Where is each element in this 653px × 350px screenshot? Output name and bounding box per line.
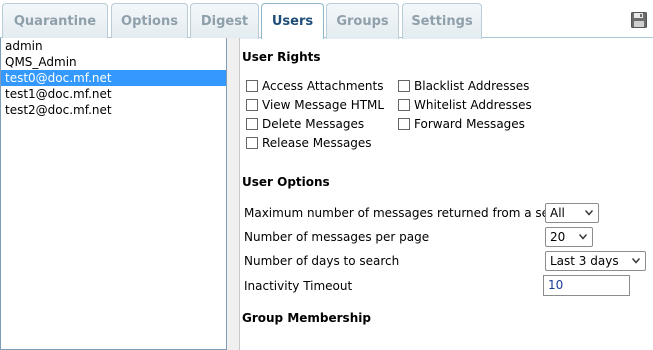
user-settings-panel: User Rights Access Attachments View Mess… bbox=[241, 38, 653, 350]
tab-bar: Quarantine Options Digest Users Groups S… bbox=[0, 0, 653, 39]
per-page-select[interactable]: 20 bbox=[545, 227, 593, 247]
tab-options[interactable]: Options bbox=[111, 3, 188, 39]
group-membership-title: Group Membership bbox=[242, 311, 371, 325]
checkbox-box[interactable] bbox=[246, 118, 258, 130]
checkbox-box[interactable] bbox=[398, 80, 410, 92]
chevron-down-icon bbox=[579, 234, 587, 240]
tab-groups[interactable]: Groups bbox=[326, 3, 399, 39]
user-list-item[interactable]: QMS_Admin bbox=[1, 54, 226, 70]
user-list-item[interactable]: admin bbox=[1, 38, 226, 54]
user-list-item[interactable]: test2@doc.mf.net bbox=[1, 102, 226, 118]
chevron-down-icon bbox=[585, 210, 593, 216]
max-messages-label: Maximum number of messages returned from… bbox=[244, 206, 576, 220]
checkbox-box[interactable] bbox=[246, 137, 258, 149]
inactivity-timeout-label: Inactivity Timeout bbox=[244, 279, 353, 293]
max-messages-select[interactable]: All bbox=[545, 203, 599, 223]
tab-digest[interactable]: Digest bbox=[190, 3, 259, 39]
tab-users[interactable]: Users bbox=[261, 3, 324, 39]
view-message-html-checkbox[interactable]: View Message HTML bbox=[246, 98, 384, 112]
days-to-search-label: Number of days to search bbox=[244, 254, 400, 268]
release-messages-checkbox[interactable]: Release Messages bbox=[246, 136, 372, 150]
inactivity-timeout-input[interactable]: 10 bbox=[543, 275, 630, 296]
per-page-label: Number of messages per page bbox=[244, 230, 430, 244]
whitelist-addresses-checkbox[interactable]: Whitelist Addresses bbox=[398, 98, 532, 112]
tab-settings[interactable]: Settings bbox=[402, 3, 482, 39]
checkbox-box[interactable] bbox=[398, 118, 410, 130]
user-list[interactable]: admin QMS_Admin test0@doc.mf.net test1@d… bbox=[0, 38, 227, 350]
tab-quarantine[interactable]: Quarantine bbox=[2, 3, 108, 39]
forward-messages-checkbox[interactable]: Forward Messages bbox=[398, 117, 525, 131]
days-to-search-select[interactable]: Last 3 days bbox=[545, 251, 646, 271]
delete-messages-checkbox[interactable]: Delete Messages bbox=[246, 117, 364, 131]
floppy-disk-icon[interactable] bbox=[631, 12, 647, 28]
checkbox-box[interactable] bbox=[246, 99, 258, 111]
chevron-down-icon bbox=[632, 258, 640, 264]
user-list-item[interactable]: test1@doc.mf.net bbox=[1, 86, 226, 102]
checkbox-box[interactable] bbox=[246, 80, 258, 92]
panel-splitter[interactable] bbox=[227, 38, 240, 350]
user-rights-title: User Rights bbox=[242, 50, 321, 64]
user-options-title: User Options bbox=[242, 175, 330, 189]
blacklist-addresses-checkbox[interactable]: Blacklist Addresses bbox=[398, 79, 529, 93]
access-attachments-checkbox[interactable]: Access Attachments bbox=[246, 79, 384, 93]
checkbox-box[interactable] bbox=[398, 99, 410, 111]
user-list-item-selected[interactable]: test0@doc.mf.net bbox=[1, 70, 226, 86]
